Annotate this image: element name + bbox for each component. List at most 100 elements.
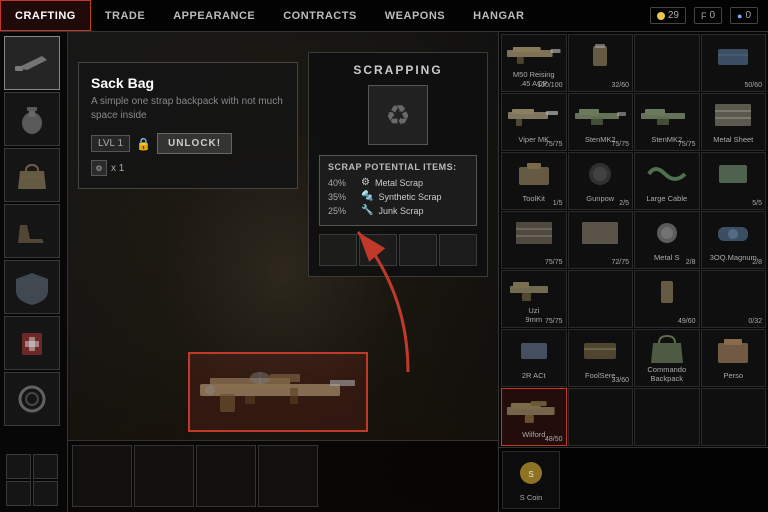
nav-contracts[interactable]: CONTRACTS (269, 0, 371, 31)
nav-trade[interactable]: TRADE (91, 0, 159, 31)
inv-slot-2ract[interactable]: 2R ACt (501, 329, 567, 387)
scrap-slot-4[interactable] (439, 234, 477, 266)
silver-currency: F 0 (694, 7, 722, 24)
level-row: LVL 1 🔒 UNLOCK! (91, 133, 285, 154)
left-craft-panel (0, 32, 68, 512)
inv-slot-3oq[interactable]: 3OQ.Magnum 2/8 (701, 211, 767, 269)
foolsere-image (572, 333, 630, 369)
req-count: x 1 (111, 163, 124, 174)
scrap-row-1: 35% 🔩 Synthetic Scrap (328, 191, 468, 202)
scrap-slot-3[interactable] (399, 234, 437, 266)
scrapping-icon-area[interactable]: ♻ (368, 85, 428, 145)
scoin-image: S (506, 455, 556, 491)
sten2-count: 75/75 (678, 141, 696, 148)
scrap-icon-synthetic: 🔩 (361, 191, 373, 202)
craft-slot-boots[interactable] (4, 204, 60, 258)
craft-slot-med[interactable] (4, 316, 60, 370)
gunpow-name: Gunpow (586, 194, 614, 203)
inv-slot-sheets-b[interactable]: 72/75 (568, 211, 634, 269)
unlock-button[interactable]: UNLOCK! (157, 133, 232, 154)
foolsere-count: 33/60 (611, 377, 629, 384)
item-name: Sack Bag (91, 75, 285, 91)
bottom-slot-2[interactable] (134, 445, 194, 507)
metalsheet1-name: Metal Sheet (713, 135, 753, 144)
metalsheet-image (705, 97, 763, 133)
scrap-name-2: Junk Scrap (378, 206, 423, 216)
nav-appearance[interactable]: APPEARANCE (159, 0, 269, 31)
toolkit1-image (505, 156, 563, 192)
level-label: LVL 1 (98, 138, 123, 149)
platinum-amount: 0 (745, 10, 751, 21)
scrap-row-2: 25% 🔧 Junk Scrap (328, 205, 468, 216)
uzi-name: Uzi9mm (525, 306, 542, 324)
ammo1-image (572, 38, 630, 74)
item5x5-image (705, 156, 763, 192)
inv-slot-commando-backpack[interactable]: Commando Backpack (634, 329, 700, 387)
mini-slot-3[interactable] (6, 481, 31, 506)
craft-slot-bag[interactable] (4, 148, 60, 202)
nav-weapons[interactable]: WEAPONS (371, 0, 459, 31)
selected-rifle-display[interactable] (188, 352, 368, 432)
inv-slot-largecable[interactable]: Large Cable (634, 152, 700, 210)
inv-slot-toolkit1[interactable]: ToolKit 1/5 (501, 152, 567, 210)
inv-slot-viper[interactable]: Viper MK 75/75 (501, 93, 567, 151)
sten1-count: 75/75 (611, 141, 629, 148)
scrap-slot-1[interactable] (319, 234, 357, 266)
inv-slot-wilford[interactable]: Wilford 48/50 (501, 388, 567, 446)
inv-slot-empty6[interactable] (701, 388, 767, 446)
gold-currency: 29 (650, 7, 686, 24)
inv-slot-empty5[interactable] (634, 388, 700, 446)
inv-slot-ammo2[interactable]: 49/60 (634, 270, 700, 328)
inv-slot-empty1[interactable] (634, 34, 700, 92)
craft-slot-wire[interactable] (4, 372, 60, 426)
p-icon: ● (737, 11, 742, 21)
inv-slot-gunpow[interactable]: Gunpow 2/5 (568, 152, 634, 210)
scrap-potential-title: SCRAP POTENTIAL ITEMS: (328, 162, 468, 172)
silver-amount: 0 (709, 10, 715, 21)
bottom-slot-1[interactable] (72, 445, 132, 507)
scrap-potential-box: SCRAP POTENTIAL ITEMS: 40% ⚙ Metal Scrap… (319, 155, 477, 226)
mini-slot-1[interactable] (6, 454, 31, 479)
toolkit1-count: 1/5 (553, 200, 563, 207)
inventory-grid: M50 Reising.45 ACP 100/100 32/60 50/60 (499, 32, 768, 447)
2ract-image (505, 333, 563, 369)
empty3-count: 0/32 (748, 318, 762, 325)
inv-slot-sten1[interactable]: StenMK2 75/75 (568, 93, 634, 151)
commando-image (638, 333, 696, 363)
inv-slot-sheets-a[interactable]: 75/75 (501, 211, 567, 269)
inv-slot-empty2[interactable] (568, 270, 634, 328)
craft-slot-knife[interactable] (4, 36, 60, 90)
bottom-slot-3[interactable] (196, 445, 256, 507)
gold-amount: 29 (668, 10, 679, 21)
craft-slot-shield[interactable] (4, 260, 60, 314)
sheets-b-image (572, 215, 630, 251)
inv-slot-m50reising[interactable]: M50 Reising.45 ACP 100/100 (501, 34, 567, 92)
mini-slot-4[interactable] (33, 481, 58, 506)
ammo2-image (638, 274, 696, 310)
craft-slot-grenade[interactable] (4, 92, 60, 146)
main-area: Sack Bag A simple one strap backpack wit… (0, 32, 768, 512)
inv-slot-sten2[interactable]: StenMK2 75/75 (634, 93, 700, 151)
bottom-craft-row (68, 440, 498, 512)
inv-slot-foolsere[interactable]: FoolSere 33/60 (568, 329, 634, 387)
scrap-pct-0: 40% (328, 178, 356, 188)
inv-slot-metalsmall[interactable]: Metal S 2/8 (634, 211, 700, 269)
inv-slot-empty4[interactable] (568, 388, 634, 446)
inv-slot-item1[interactable]: 50/60 (701, 34, 767, 92)
scrap-slot-2[interactable] (359, 234, 397, 266)
bottom-slot-4[interactable] (258, 445, 318, 507)
inv-slot-uzi[interactable]: Uzi9mm 75/75 (501, 270, 567, 328)
nav-hangar[interactable]: HANGAR (459, 0, 538, 31)
inv-slot-scoin[interactable]: S S Coin (502, 451, 560, 509)
item-description: A simple one strap backpack with not muc… (91, 95, 285, 123)
rifle-svg (190, 354, 370, 434)
inv-slot-empty3[interactable]: 0/32 (701, 270, 767, 328)
mini-slot-2[interactable] (33, 454, 58, 479)
viper-image (505, 97, 563, 133)
inv-slot-metalsheet1[interactable]: Metal Sheet (701, 93, 767, 151)
inv-slot-perso[interactable]: Perso (701, 329, 767, 387)
inv-slot-item5x5[interactable]: 5/5 (701, 152, 767, 210)
inv-slot-ammo1[interactable]: 32/60 (568, 34, 634, 92)
nav-crafting[interactable]: CRAFTING (0, 0, 91, 31)
scrap-icon-junk: 🔧 (361, 205, 373, 216)
